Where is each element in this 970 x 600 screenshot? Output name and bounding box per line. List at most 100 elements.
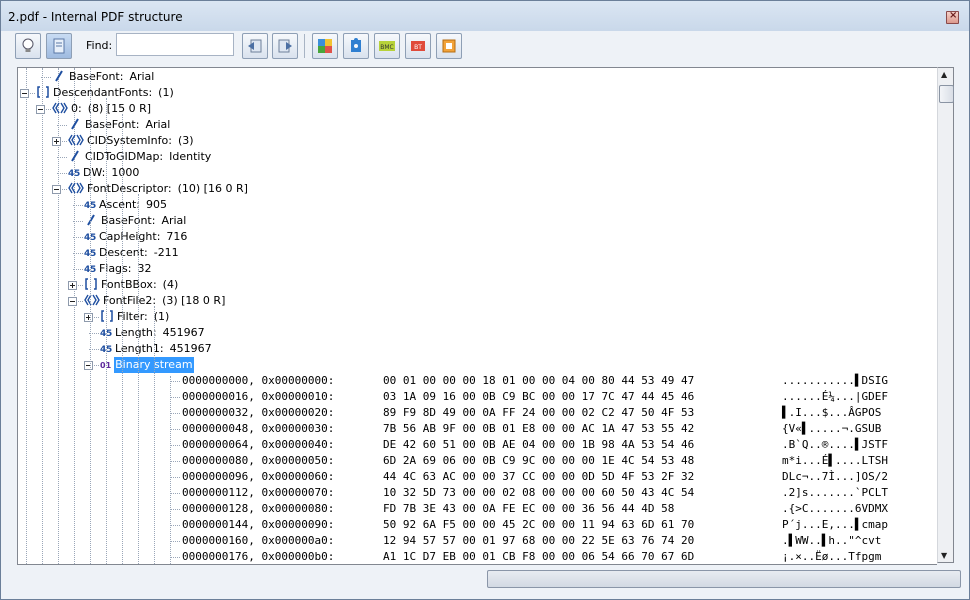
hex-offset: 0000000176, 0x000000b0: xyxy=(182,550,335,563)
bmc-button[interactable]: BMC xyxy=(374,33,400,59)
close-icon: × xyxy=(949,10,958,21)
tree-connector xyxy=(170,557,180,558)
name-icon xyxy=(84,214,98,226)
find-input[interactable] xyxy=(116,33,234,56)
pieces-button[interactable] xyxy=(343,33,369,59)
hex-offset: 0000000016, 0x00000010: xyxy=(182,390,335,403)
tree-connector xyxy=(170,461,180,462)
node-key: 0: xyxy=(71,102,82,115)
collapse-icon[interactable] xyxy=(36,105,45,114)
node-value: 905 xyxy=(146,198,167,211)
tree-connector xyxy=(41,77,51,78)
tree-node[interactable]: 45 Length1: 451967 xyxy=(100,341,212,357)
hex-ascii: DLc¬..7Ì...]OS/2 xyxy=(782,470,888,483)
hex-bytes: FD 7B 3E 43 00 0A FE EC 00 00 36 56 44 4… xyxy=(383,502,675,515)
tree-connector xyxy=(170,509,180,510)
node-value: (1) xyxy=(158,86,174,99)
toolbar: Find: BMC BT xyxy=(9,31,961,63)
node-value: (1) xyxy=(153,310,170,323)
tree-node[interactable]: FontBBox: (4) xyxy=(84,277,178,293)
tree-node[interactable]: 45 Descent: -211 xyxy=(84,245,179,261)
name-icon xyxy=(68,150,82,162)
document-button[interactable] xyxy=(46,33,72,59)
node-value: -211 xyxy=(153,246,179,259)
expand-icon[interactable] xyxy=(68,281,77,290)
tree-node[interactable]: CIDSystemInfo: (3) xyxy=(68,133,194,149)
hex-ascii: .2]s.......`PCLT xyxy=(782,486,888,499)
tree-connector xyxy=(170,493,180,494)
next-button[interactable] xyxy=(272,33,298,59)
collapse-icon[interactable] xyxy=(20,89,29,98)
tree-connector xyxy=(73,269,83,270)
tree-connector xyxy=(170,397,180,398)
tree-guide-line xyxy=(170,376,171,564)
hex-ascii: m*i...É▌....LTSH xyxy=(782,454,888,467)
tree-node[interactable]: FontDescriptor: (10) [16 0 R] xyxy=(68,181,248,197)
bt-button[interactable]: BT xyxy=(405,33,431,59)
expand-icon[interactable] xyxy=(52,137,61,146)
node-key: DescendantFonts: xyxy=(53,86,153,99)
tree-node[interactable]: 45 CapHeight: 716 xyxy=(84,229,187,245)
array-icon xyxy=(36,86,50,98)
tree-connector xyxy=(170,445,180,446)
scroll-up-icon[interactable]: ▲ xyxy=(941,70,947,79)
tree-guide-line xyxy=(106,98,107,564)
collapse-icon[interactable] xyxy=(52,185,61,194)
hex-bytes: 7B 56 AB 9F 00 0B 01 E8 00 00 AC 1A 47 5… xyxy=(383,422,695,435)
tree-node[interactable]: 45 DW: 1000 xyxy=(68,165,139,181)
tree-node[interactable]: 45 Flags: 32 xyxy=(84,261,151,277)
tree-node[interactable]: Filter: (1) xyxy=(100,309,169,325)
bmc-icon: BMC xyxy=(379,41,395,51)
node-key: BaseFont: xyxy=(69,70,124,83)
tree-node[interactable]: DescendantFonts: (1) xyxy=(36,85,174,101)
node-value: 1000 xyxy=(111,166,140,179)
hex-offset: 0000000000, 0x00000000: xyxy=(182,374,335,387)
tree-node[interactable]: BaseFont: Arial xyxy=(68,117,170,133)
hex-ascii: ¡.×..Ëø...Tfpgm xyxy=(782,550,882,563)
scroll-down-icon[interactable]: ▼ xyxy=(941,551,947,560)
node-value: (8) [15 0 R] xyxy=(87,102,152,115)
hex-bytes: 10 32 5D 73 00 00 02 08 00 00 00 60 50 4… xyxy=(383,486,695,499)
array-icon xyxy=(100,310,114,322)
hex-ascii: .{>C.......6VDMX xyxy=(782,502,888,515)
pieces-icon xyxy=(351,38,361,52)
node-value: 716 xyxy=(166,230,188,243)
pdf-structure-tree[interactable]: BaseFont: Arial DescendantFonts: (1) 0: (8) [… xyxy=(17,67,937,565)
node-key: BaseFont: xyxy=(101,214,156,227)
expand-icon[interactable] xyxy=(84,313,93,322)
collapse-icon[interactable] xyxy=(84,361,93,370)
tree-guide-line xyxy=(90,68,91,564)
node-key: CIDSystemInfo: xyxy=(87,134,172,147)
hex-ascii: ......É¼...|GDEF xyxy=(782,390,888,403)
hex-offset: 0000000112, 0x00000070: xyxy=(182,486,335,499)
puzzle-button[interactable] xyxy=(312,33,338,59)
close-button[interactable]: × xyxy=(946,10,959,24)
tree-node[interactable]: BaseFont: Arial xyxy=(84,213,186,229)
hex-bytes: 12 94 57 57 00 01 97 68 00 00 22 5E 63 7… xyxy=(383,534,695,547)
tree-node[interactable]: 45 Length: 451967 xyxy=(100,325,205,341)
hex-bytes: 89 F9 8D 49 00 0A FF 24 00 00 02 C2 47 5… xyxy=(383,406,695,419)
tree-connector xyxy=(170,477,180,478)
hex-ascii: ▌.I...$...ÂGPOS xyxy=(782,406,882,419)
node-value: Identity xyxy=(169,150,212,163)
tree-connector xyxy=(73,205,83,206)
tree-node[interactable]: BaseFont: Arial xyxy=(52,69,154,85)
collapse-icon[interactable] xyxy=(68,297,77,306)
number-icon: 45 xyxy=(68,169,80,179)
node-value: (10) [16 0 R] xyxy=(177,182,248,195)
node-value: (3) [18 0 R] xyxy=(162,294,226,307)
scroll-thumb[interactable] xyxy=(939,85,954,103)
tree-connector xyxy=(73,237,83,238)
vertical-scrollbar[interactable]: ▲ ▼ xyxy=(937,67,954,563)
node-key: CIDToGIDMap: xyxy=(85,150,164,163)
lightbulb-button[interactable] xyxy=(15,33,41,59)
hex-offset: 0000000064, 0x00000040: xyxy=(182,438,335,451)
frame-button[interactable] xyxy=(436,33,462,59)
tree-node[interactable]: 45 Ascent: 905 xyxy=(84,197,167,213)
node-key: Flags: xyxy=(98,262,132,275)
hex-bytes: 6D 2A 69 06 00 0B C9 9C 00 00 00 1E 4C 5… xyxy=(383,454,695,467)
tree-node[interactable]: 01 Binary stream xyxy=(100,357,194,373)
previous-button[interactable] xyxy=(242,33,268,59)
pdf-structure-window: 2.pdf - Internal PDF structure × Find: B… xyxy=(0,0,970,600)
tree-node[interactable]: 0: (8) [15 0 R] xyxy=(52,101,151,117)
